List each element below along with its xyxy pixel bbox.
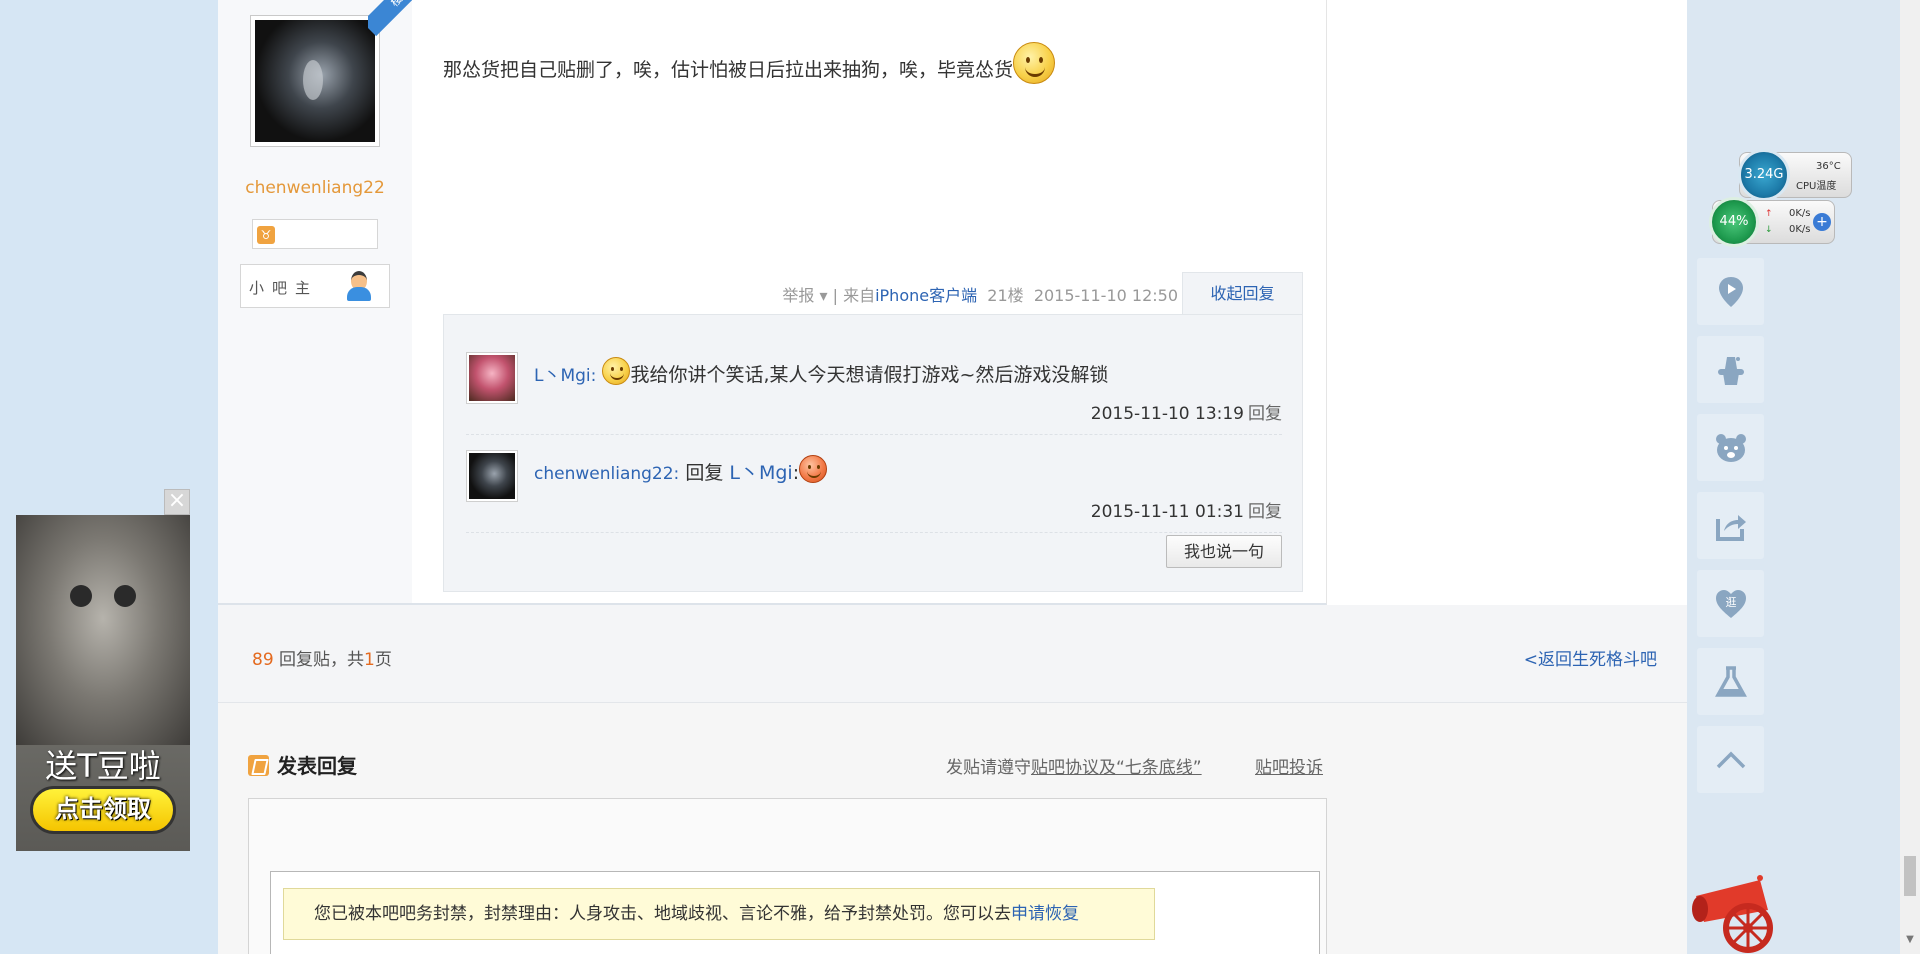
author-name[interactable]: chenwenliang22 <box>218 178 412 198</box>
rules-notice: 发贴请遵守贴吧协议及“七条底线” <box>946 758 1202 778</box>
reply-target-user[interactable]: L丶Mgi <box>729 462 792 484</box>
smile-emoji-icon <box>602 357 631 385</box>
post-floor-21: 楼主 chenwenliang22 ♉ 小吧主 那怂货把自己贴删了，唉，估计怕被… <box>218 0 1327 605</box>
memory-dial: 44% <box>1709 197 1759 247</box>
network-monitor-widget[interactable]: 44% ↑ ↓ 0K/s 0K/s + <box>1709 197 1835 247</box>
post-content: 那怂货把自己贴删了，唉，估计怕被日后拉出来抽狗，唉，毕竟怂货 <box>443 42 1056 84</box>
bear-icon <box>1716 434 1746 462</box>
role-label: 小吧主 <box>249 279 319 297</box>
lab-button[interactable] <box>1697 648 1764 715</box>
reply-count: 89 回复贴，共1页 <box>252 650 392 670</box>
scroll-down-arrow-icon[interactable]: ▼ <box>1904 934 1916 948</box>
reply-editor-section: 发表回复 发贴请遵守贴吧协议及“七条底线” 贴吧投诉 您已被本吧吧务封禁，封禁理… <box>218 703 1687 954</box>
magic-hat-button[interactable] <box>1697 336 1764 403</box>
post-text: 那怂货把自己贴删了，唉，估计怕被日后拉出来抽狗，唉，毕竟怂货 <box>443 59 1014 81</box>
cpu-monitor-widget[interactable]: 3.24G 36°C CPU温度 <box>1738 149 1852 201</box>
ad-claim-button[interactable]: 点击领取 <box>30 786 176 834</box>
heart-shop-icon: 逛 <box>1716 590 1746 618</box>
list-item: chenwenliang22: 回复 L丶Mgi: 2015-11-11 01:… <box>466 435 1282 533</box>
say-something-button[interactable]: 我也说一句 <box>1166 535 1282 568</box>
reply-time: 2015-11-11 01:31 <box>1090 502 1244 522</box>
scrollbar[interactable]: ▼ <box>1900 0 1920 954</box>
shop-button[interactable]: 逛 <box>1697 570 1764 637</box>
reply-button[interactable]: 回复 <box>1248 404 1282 424</box>
editor-title: 发表回复 <box>248 750 357 779</box>
reply-text: 我给你讲个笑话,某人今天想请假打游戏~然后游戏没解锁 <box>630 364 1109 386</box>
scroll-thumb[interactable] <box>1904 856 1916 896</box>
download-arrow-icon: ↓ <box>1765 225 1773 235</box>
ban-notice: 您已被本吧吧务封禁，封禁理由：人身攻击、地域歧视、言论不雅，给予封禁处罚。您可以… <box>283 888 1155 940</box>
report-link[interactable]: 举报 ▾ <box>782 286 827 305</box>
reply-avatar[interactable] <box>466 450 518 502</box>
cpu-temp: 36°C <box>1816 161 1841 172</box>
post-time: 2015-11-10 12:50 <box>1033 286 1178 305</box>
smile-emoji-icon <box>1013 42 1056 84</box>
share-icon <box>1716 515 1746 541</box>
upload-speed: 0K/s <box>1789 208 1811 219</box>
ad-cat-image <box>16 515 190 745</box>
cannon-icon[interactable] <box>1690 870 1790 954</box>
cpu-temp-label: CPU温度 <box>1796 181 1837 192</box>
reply-avatar[interactable] <box>466 352 518 404</box>
magic-hat-icon <box>1718 357 1744 385</box>
post-meta: 举报 ▾ | 来自iPhone客户端 21楼 2015-11-10 12:50 <box>782 286 1178 305</box>
back-to-top-icon <box>1716 751 1746 769</box>
collapse-replies-button[interactable]: 收起回复 <box>1182 272 1303 315</box>
author-avatar[interactable] <box>250 15 380 147</box>
reply-list: L丶Mgi: 我给你讲个笑话,某人今天想请假打游戏~然后游戏没解锁 2015-1… <box>443 314 1303 592</box>
cpu-freq-dial: 3.24G <box>1738 149 1790 201</box>
back-to-top-button[interactable] <box>1697 726 1764 793</box>
level-icon: ♉ <box>257 226 275 244</box>
appeal-link[interactable]: 申请恢复 <box>1011 904 1079 924</box>
location-icon <box>1719 277 1743 307</box>
plus-icon[interactable]: + <box>1813 213 1831 231</box>
upload-arrow-icon: ↑ <box>1765 209 1773 219</box>
location-button[interactable] <box>1697 258 1764 325</box>
role-box: 小吧主 <box>240 264 390 308</box>
moderator-icon <box>345 271 373 303</box>
back-to-forum-link[interactable]: <返回生死格斗吧 <box>1524 645 1657 670</box>
ad-text: 送T豆啦 <box>45 747 161 785</box>
reply-time: 2015-11-10 13:19 <box>1090 404 1244 424</box>
ad-banner[interactable]: 送T豆啦 点击领取 <box>16 515 190 851</box>
floor-owner-badge: 楼主 <box>368 0 412 44</box>
complaint-link[interactable]: 贴吧投诉 <box>1255 753 1323 778</box>
svg-text:逛: 逛 <box>1726 596 1737 609</box>
bear-button[interactable] <box>1697 414 1764 481</box>
floor-number: 21楼 <box>987 286 1024 305</box>
list-item: L丶Mgi: 我给你讲个笑话,某人今天想请假打游戏~然后游戏没解锁 2015-1… <box>466 337 1282 435</box>
angry-emoji-icon <box>799 455 828 483</box>
ad-close-button[interactable]: × <box>164 489 190 515</box>
rules-link[interactable]: 贴吧协议及“七条底线” <box>1031 758 1202 778</box>
client-link[interactable]: iPhone客户端 <box>875 286 977 305</box>
pager-bar: 89 回复贴，共1页 <返回生死格斗吧 <box>218 605 1687 703</box>
reply-prefix: 回复 <box>685 462 724 484</box>
level-badge[interactable]: ♉ <box>252 219 378 249</box>
author-column: 楼主 chenwenliang22 ♉ 小吧主 <box>218 0 412 603</box>
share-button[interactable] <box>1697 492 1764 559</box>
flask-icon <box>1715 666 1747 697</box>
download-speed: 0K/s <box>1789 224 1811 235</box>
main-content: 楼主 chenwenliang22 ♉ 小吧主 那怂货把自己贴删了，唉，估计怕被… <box>218 0 1687 954</box>
reply-username[interactable]: chenwenliang22: <box>534 464 679 484</box>
reply-username[interactable]: L丶Mgi: <box>534 366 596 386</box>
edit-icon <box>248 755 269 776</box>
reply-button[interactable]: 回复 <box>1248 502 1282 522</box>
